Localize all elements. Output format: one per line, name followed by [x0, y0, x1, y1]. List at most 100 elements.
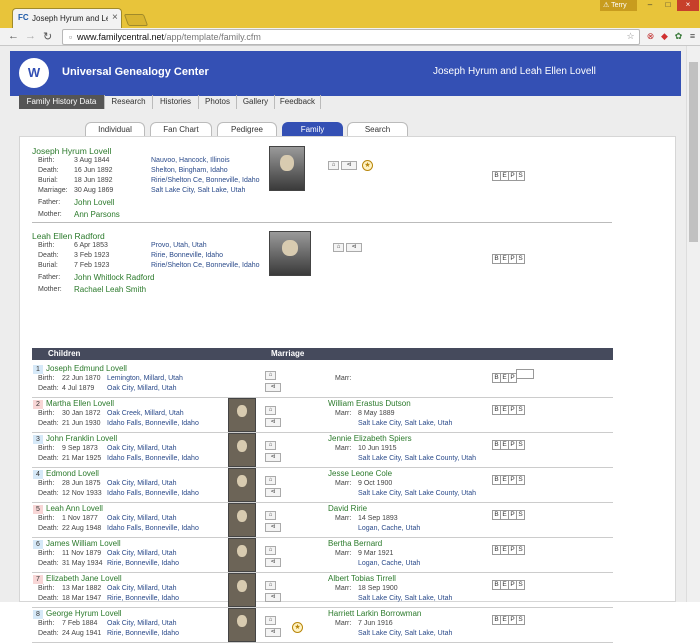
star-icon[interactable]: ★ — [292, 622, 303, 633]
person-icon[interactable]: ⌂ — [328, 161, 339, 170]
wife-father-link[interactable]: John Whitlock Radford — [74, 273, 154, 282]
child-death: 4 Jul 1879 — [62, 385, 95, 392]
extension-icon[interactable]: ◆ — [659, 31, 670, 42]
bookmark-star-icon[interactable]: ☆ — [625, 31, 636, 42]
menu-histories[interactable]: Histories — [153, 95, 199, 109]
beps-button[interactable]: S — [516, 475, 525, 485]
beps-button[interactable]: S — [516, 545, 525, 555]
wife-mother-link[interactable]: Rachael Leah Smith — [74, 285, 146, 294]
wife-photo[interactable] — [269, 231, 311, 276]
forward-icon[interactable]: → — [25, 30, 36, 42]
beps-buttons: BEPS — [492, 579, 525, 590]
address-bar[interactable]: ▫ www.familycentral.net/app/template/fam… — [62, 29, 640, 45]
child-photo[interactable] — [228, 433, 256, 467]
user-badge[interactable]: ⚠ Terry — [600, 0, 637, 11]
child-birth: 22 Jun 1870 — [62, 375, 101, 382]
spouse-name-link[interactable]: Jesse Leone Cole — [328, 469, 392, 478]
person-icon[interactable]: ⌂ — [265, 371, 276, 380]
maximize-icon[interactable]: □ — [659, 0, 677, 11]
menu-gallery[interactable]: Gallery — [237, 95, 275, 109]
tree-icon[interactable]: ⊲ — [346, 243, 362, 252]
tree-icon[interactable]: ⊲ — [341, 161, 357, 170]
child-number: 5 — [33, 505, 43, 514]
child-photo[interactable] — [228, 468, 256, 502]
person-icon[interactable]: ⌂ — [265, 441, 276, 450]
tab-individual[interactable]: Individual — [85, 122, 145, 136]
person-icon[interactable]: ⌂ — [265, 476, 276, 485]
scrollbar-thumb[interactable] — [689, 62, 698, 242]
person-icon[interactable]: ⌂ — [265, 616, 276, 625]
tree-icon[interactable]: ⊲ — [265, 418, 281, 427]
tab-family[interactable]: Family — [282, 122, 343, 136]
close-tab-icon[interactable]: × — [112, 12, 118, 23]
child-name-link[interactable]: John Franklin Lovell — [46, 434, 117, 443]
close-window-icon[interactable]: × — [677, 0, 699, 11]
menu-photos[interactable]: Photos — [199, 95, 237, 109]
menu-research[interactable]: Research — [105, 95, 153, 109]
person-icon[interactable]: ⌂ — [333, 243, 344, 252]
tree-icon[interactable]: ⊲ — [265, 628, 281, 637]
child-photo[interactable] — [228, 398, 256, 432]
tree-icon[interactable]: ⊲ — [265, 558, 281, 567]
wife-name[interactable]: Leah Ellen Radford — [32, 231, 105, 241]
tree-icon[interactable]: ⊲ — [265, 488, 281, 497]
scrollbar[interactable] — [686, 46, 700, 602]
person-icon[interactable]: ⌂ — [265, 511, 276, 520]
tab-pedigree[interactable]: Pedigree — [217, 122, 277, 136]
child-photo[interactable] — [228, 608, 256, 642]
spouse-name-link[interactable]: Harriett Larkin Borrowman — [328, 609, 421, 618]
child-photo[interactable] — [228, 538, 256, 572]
back-icon[interactable]: ← — [8, 30, 19, 42]
child-marriage-date: 9 Oct 1900 — [358, 480, 393, 487]
child-photo[interactable] — [228, 503, 256, 537]
tree-icon[interactable]: ⊲ — [265, 593, 281, 602]
s-button[interactable]: S — [516, 171, 525, 181]
husband-father-link[interactable]: John Lovell — [74, 198, 114, 207]
tree-icon[interactable]: ⊲ — [265, 523, 281, 532]
spouse-name-link[interactable]: Bertha Bernard — [328, 539, 382, 548]
browser-tab[interactable]: FC Joseph Hyrum and Leah E × — [12, 8, 122, 28]
beps-button[interactable]: S — [516, 405, 525, 415]
child-name-link[interactable]: Elizabeth Jane Lovell — [46, 574, 122, 583]
child-name-link[interactable]: James William Lovell — [46, 539, 121, 548]
tree-icon[interactable]: ⊲ — [265, 453, 281, 462]
child-name-link[interactable]: Edmond Lovell — [46, 469, 99, 478]
extension-icon[interactable]: ✿ — [673, 31, 684, 42]
menu-family-history-data[interactable]: Family History Data — [19, 95, 105, 109]
beps-button[interactable]: S — [516, 510, 525, 520]
person-icon[interactable]: ⌂ — [265, 546, 276, 555]
child-name-link[interactable]: George Hyrum Lovell — [46, 609, 122, 618]
spouse-name-link[interactable]: William Erastus Dutson — [328, 399, 411, 408]
child-name-link[interactable]: Leah Ann Lovell — [46, 504, 103, 513]
child-row: 7 Elizabeth Jane Lovell Birth: 13 Mar 1882 O… — [32, 573, 613, 608]
tab-fan-chart[interactable]: Fan Chart — [150, 122, 212, 136]
child-name-link[interactable]: Martha Ellen Lovell — [46, 399, 114, 408]
children-heading: Children — [48, 349, 81, 358]
beps-button[interactable]: S — [516, 440, 525, 450]
user-name: Terry — [611, 2, 627, 9]
star-icon[interactable]: ★ — [362, 160, 373, 171]
menu-feedback[interactable]: Feedback — [275, 95, 321, 109]
s-button[interactable]: S — [516, 254, 525, 264]
extension-icon[interactable]: ⊗ — [645, 31, 656, 42]
site-logo[interactable]: W — [19, 58, 49, 88]
beps-button[interactable]: S — [516, 580, 525, 590]
spouse-name-link[interactable]: Jennie Elizabeth Spiers — [328, 434, 412, 443]
death-label: Death: — [38, 525, 59, 532]
reload-icon[interactable]: ↻ — [43, 30, 52, 43]
child-name-link[interactable]: Joseph Edmund Lovell — [46, 364, 127, 373]
spouse-name-link[interactable]: Albert Tobias Tirrell — [328, 574, 396, 583]
husband-name[interactable]: Joseph Hyrum Lovell — [32, 146, 111, 156]
tree-icon[interactable]: ⊲ — [265, 383, 281, 392]
child-marriage-date: 10 Jun 1915 — [358, 445, 397, 452]
minimize-icon[interactable]: – — [641, 0, 659, 11]
menu-icon[interactable]: ≡ — [687, 31, 698, 42]
husband-mother-link[interactable]: Ann Parsons — [74, 210, 120, 219]
tab-search[interactable]: Search — [347, 122, 408, 136]
spouse-name-link[interactable]: David Ririe — [328, 504, 367, 513]
person-icon[interactable]: ⌂ — [265, 406, 276, 415]
beps-button[interactable]: S — [516, 615, 525, 625]
person-icon[interactable]: ⌂ — [265, 581, 276, 590]
new-tab-button[interactable] — [123, 14, 149, 26]
husband-photo[interactable] — [269, 146, 305, 191]
